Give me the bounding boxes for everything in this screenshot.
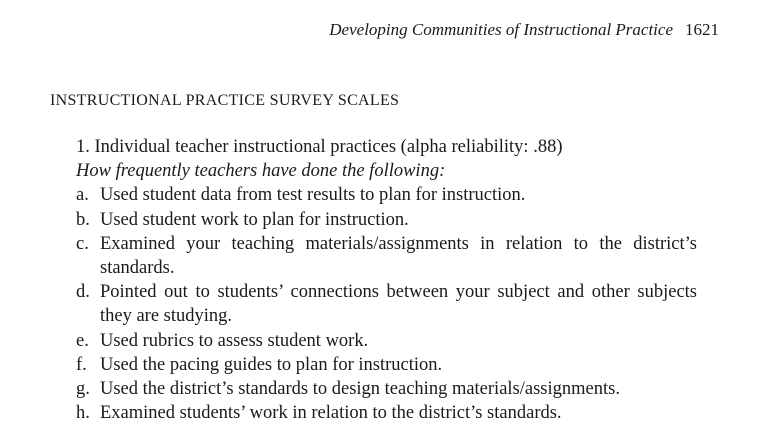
scale-item-letter: a. [76,185,89,206]
scale-item-text: Used student data from test results to p… [100,185,526,206]
scale-title: 1. Individual teacher instructional prac… [76,137,563,157]
scale-item: b. Used student work to plan for instruct… [76,208,697,232]
scale-item-text: Used rubrics to assess student work. [100,330,369,351]
scale-item-text: Used the district’s standards to design … [100,379,620,400]
section-heading: INSTRUCTIONAL PRACTICE SURVEY SCALES [50,92,400,109]
scale-item-letter: e. [76,330,89,351]
scale-item: g. Used the district’s standards to desig… [76,377,697,401]
running-head-title: Developing Communities of Instructional … [329,20,673,39]
scale-item: a. Used student data from test results to… [76,183,697,207]
scale-item-text: Pointed out to students’ connections bet… [100,282,697,327]
scale-item: c. Examined your teaching materials/assig… [76,232,697,280]
scale-item: e. Used rubrics to assess student work. [76,329,697,353]
scale-item: d. Pointed out to students’ connections b… [76,280,697,328]
scale-item-letter: f. [76,354,87,375]
scale-item-letter: c. [76,233,89,254]
scale-item-text: Used student work to plan for instructio… [100,209,409,230]
running-head: Developing Communities of Instructional … [329,20,719,40]
scale-items-list: a. Used student data from test results to… [76,183,697,425]
scale-item-text: Examined your teaching materials/assignm… [100,233,697,279]
scale-prompt: How frequently teachers have done the fo… [76,161,446,182]
scale-item-letter: g. [76,379,90,400]
survey-scale: 1. Individual teacher instructional prac… [76,135,697,425]
scale-item-text: Used the pacing guides to plan for instr… [100,354,443,375]
scale-item: f. Used the pacing guides to plan for ins… [76,353,697,377]
scale-item-text: Examined students’ work in relation to t… [100,403,562,424]
scale-item-letter: b. [76,209,90,230]
scale-item-letter: h. [76,403,90,424]
scale-item: h. Examined students’ work in relation to… [76,401,697,425]
scale-item-letter: d. [76,282,90,303]
page-number: 1621 [685,20,719,39]
